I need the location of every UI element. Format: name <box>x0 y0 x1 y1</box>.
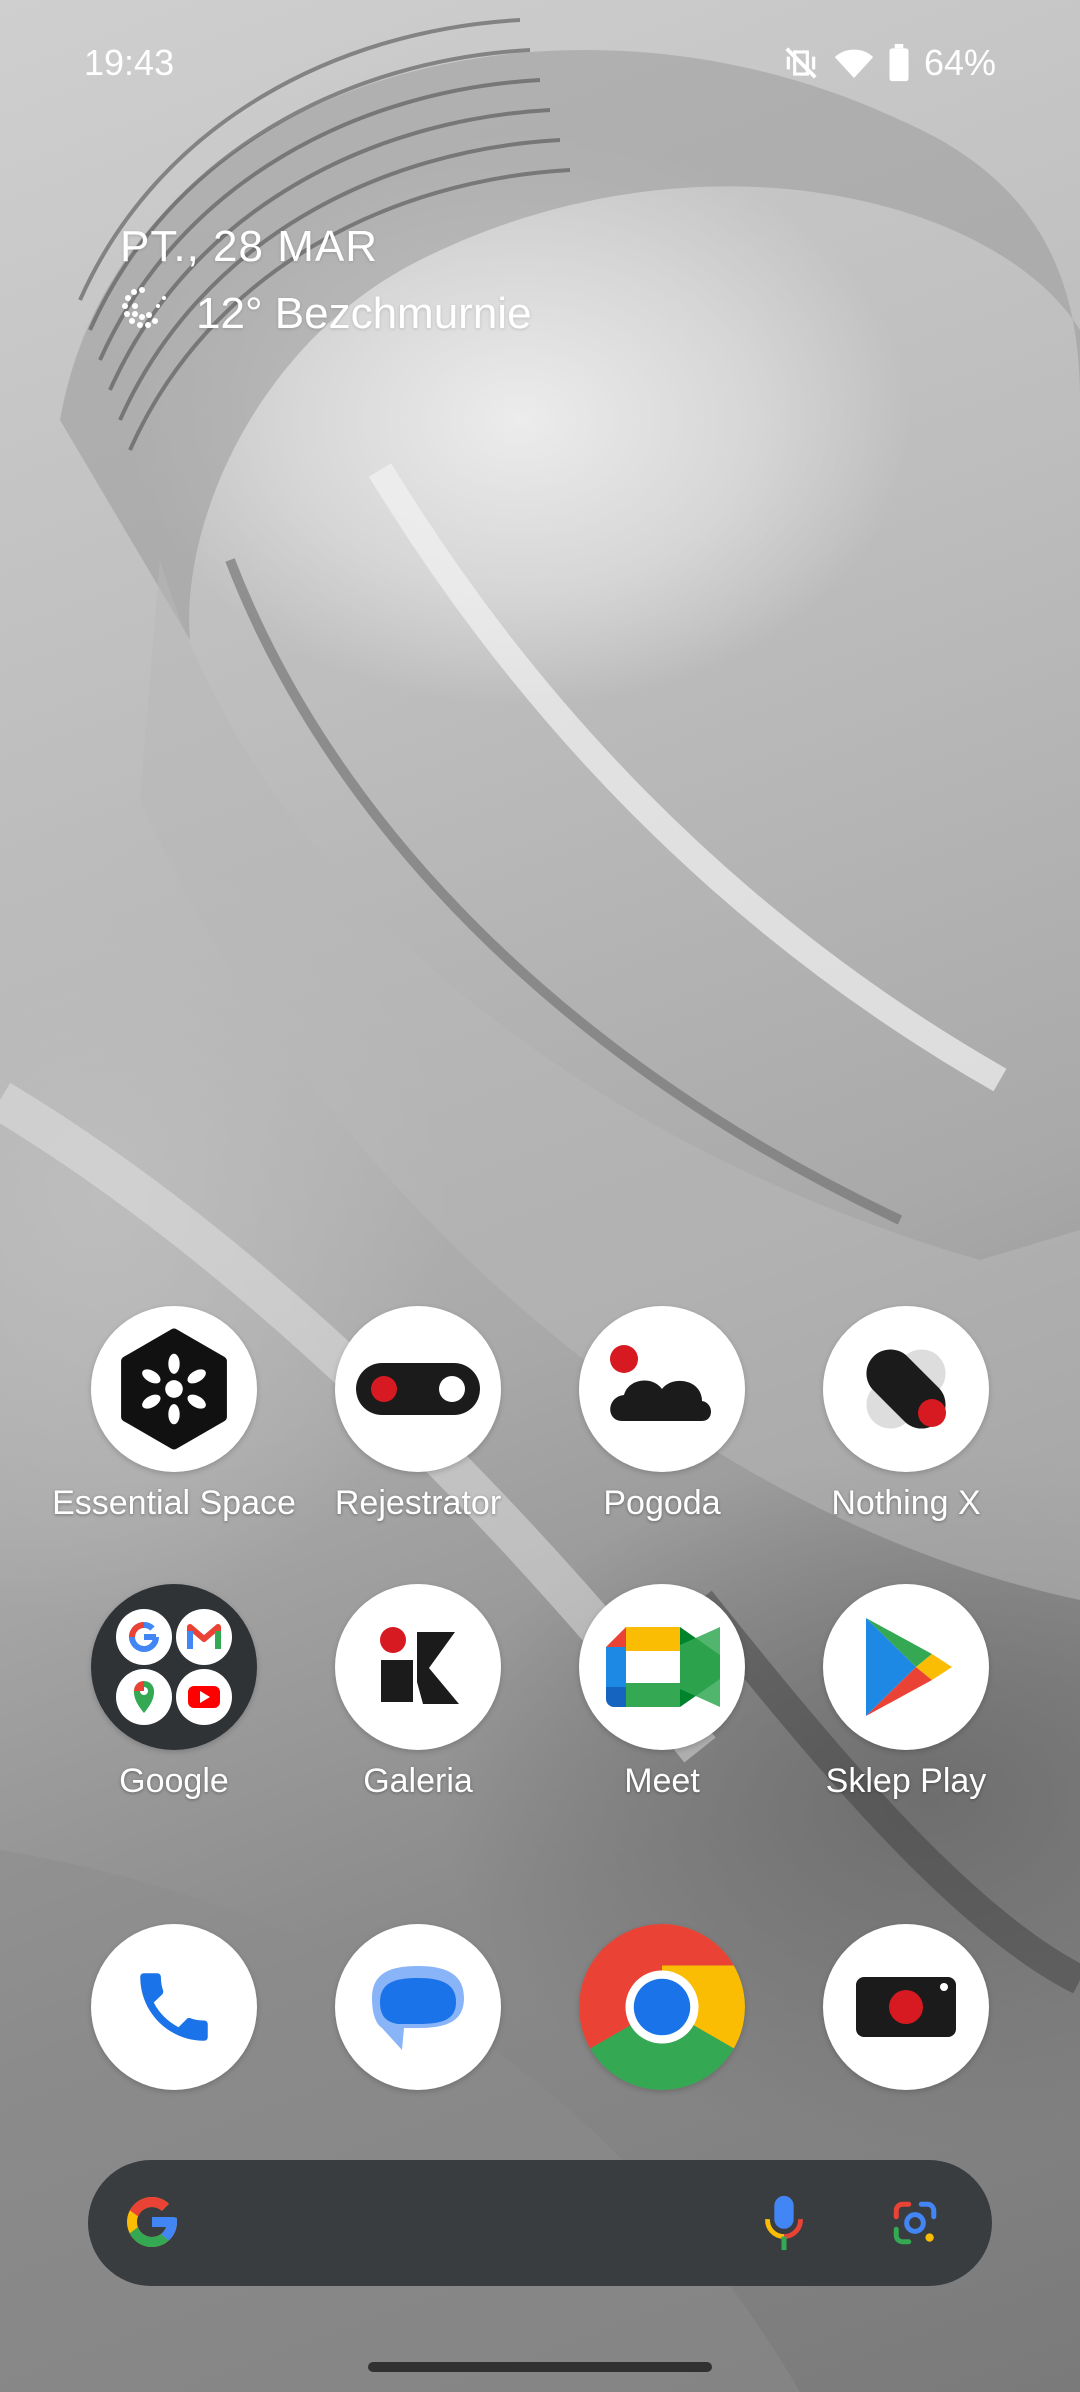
battery-percent: 64% <box>923 42 996 83</box>
google-folder-icon[interactable] <box>91 1584 257 1750</box>
app-label: Meet <box>624 1762 700 1800</box>
app-label: Essential Space <box>52 1484 296 1522</box>
app-google-folder[interactable]: Google <box>52 1584 296 1801</box>
gallery-icon[interactable] <box>335 1584 501 1750</box>
app-label: Nothing X <box>831 1484 981 1522</box>
status-bar: 19:43 64% <box>84 38 996 88</box>
meet-icon[interactable] <box>579 1584 745 1750</box>
app-label: Galeria <box>363 1762 473 1800</box>
wifi-icon <box>834 44 874 82</box>
weather-icon[interactable] <box>579 1306 745 1472</box>
app-galeria[interactable]: Galeria <box>296 1584 540 1801</box>
recorder-icon[interactable] <box>335 1306 501 1472</box>
app-sklep-play[interactable]: Sklep Play <box>784 1584 1028 1801</box>
clear-night-icon <box>120 286 170 341</box>
dock-chrome[interactable] <box>540 1924 784 2090</box>
nothing-x-icon[interactable] <box>823 1306 989 1472</box>
dock-messages[interactable] <box>296 1924 540 2090</box>
app-label: Rejestrator <box>334 1484 502 1522</box>
app-label: Google <box>119 1762 229 1800</box>
microphone-icon[interactable] <box>764 2194 804 2257</box>
essential-space-icon[interactable] <box>91 1306 257 1472</box>
battery-icon <box>888 44 910 82</box>
clock-time: 19:43 <box>84 42 175 83</box>
gesture-navigation-handle[interactable] <box>368 2362 712 2372</box>
google-lens-icon[interactable] <box>890 2198 940 2253</box>
camera-icon[interactable] <box>823 1924 989 2090</box>
widget-weather[interactable]: 12° Bezchmurnie <box>120 286 532 341</box>
play-store-icon[interactable] <box>823 1584 989 1750</box>
app-rejestrator[interactable]: Rejestrator <box>296 1306 540 1523</box>
app-essential-space[interactable]: Essential Space <box>52 1306 296 1523</box>
app-label: Sklep Play <box>825 1762 987 1800</box>
google-g-icon[interactable] <box>122 2192 182 2257</box>
widget-date[interactable]: PT., 28 MAR <box>120 222 532 272</box>
messages-icon[interactable] <box>335 1924 501 2090</box>
dock-camera[interactable] <box>784 1924 1028 2090</box>
app-pogoda[interactable]: Pogoda <box>540 1306 784 1523</box>
app-label: Pogoda <box>603 1484 721 1522</box>
vibrate-off-icon <box>782 44 820 82</box>
app-nothing-x[interactable]: Nothing X <box>784 1306 1028 1523</box>
weather-text: 12° Bezchmurnie <box>196 288 532 338</box>
chrome-icon[interactable] <box>579 1924 745 2090</box>
dock-phone[interactable] <box>52 1924 296 2090</box>
app-meet[interactable]: Meet <box>540 1584 784 1801</box>
google-search-bar[interactable] <box>88 2160 992 2286</box>
phone-icon[interactable] <box>91 1924 257 2090</box>
at-a-glance-widget[interactable]: PT., 28 MAR 12° Bezchmurnie <box>120 222 532 341</box>
status-icons: 64% <box>782 42 996 84</box>
